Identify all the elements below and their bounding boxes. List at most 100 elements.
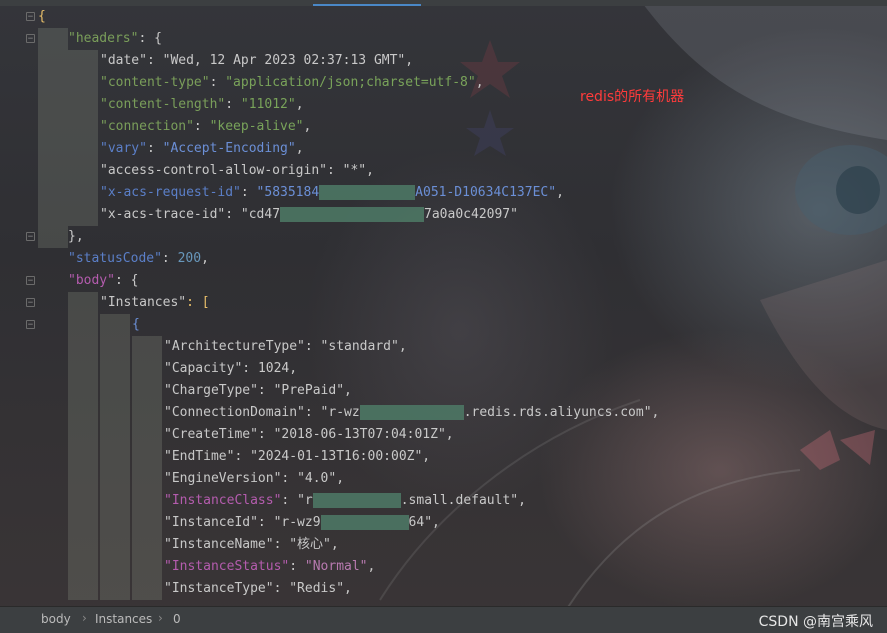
code-token: , [330, 537, 339, 552]
code-line[interactable]: "InstanceName": "核心", [164, 534, 339, 556]
code-line[interactable]: "access-control-allow-origin": "*", [100, 160, 374, 182]
code-token: "Instances" [100, 295, 187, 310]
code-token: , [518, 493, 526, 508]
csdn-watermark: CSDN @南宫乘风 [758, 614, 873, 630]
code-token: "2018-06-13T07:04:01Z" [273, 427, 446, 442]
code-token: "Capacity" [164, 361, 243, 376]
code-token: : [193, 119, 210, 134]
breadcrumb-separator-icon: › [82, 611, 87, 625]
code-line[interactable]: "ArchitectureType": "standard", [164, 336, 407, 358]
code-token: , [445, 427, 454, 442]
code-token: "r-wz9 [273, 515, 321, 530]
code-line[interactable]: { [38, 6, 46, 28]
code-line[interactable]: "x-acs-trace-id": "cd47 7a0a0c42097" [100, 204, 518, 226]
code-token: "PrePaid" [273, 383, 345, 398]
code-line[interactable]: "ChargeType": "PrePaid", [164, 380, 352, 402]
breadcrumb-instances[interactable]: Instances [95, 612, 152, 626]
code-token: "statusCode" [68, 251, 162, 266]
code-token: }, [68, 229, 84, 244]
indent-guide [38, 28, 68, 248]
fold-toggle-icon[interactable]: − [26, 320, 35, 330]
code-token: .redis.rds.aliyuncs.com" [463, 405, 652, 420]
code-line[interactable]: "Capacity": 1024, [164, 358, 297, 380]
code-token: "date" [100, 53, 147, 68]
code-token: : [304, 339, 321, 354]
code-token: , [344, 383, 352, 398]
code-line[interactable]: "InstanceStatus": "Normal", [164, 556, 375, 578]
code-token: 7a0a0c42097" [424, 207, 518, 222]
code-token: : [ [186, 295, 210, 310]
code-token: : [289, 559, 305, 574]
code-token: "connection" [100, 119, 194, 134]
code-token: "CreateTime" [164, 427, 258, 442]
code-line[interactable]: "InstanceId": "r-wz9 64", [164, 512, 440, 534]
fold-toggle-icon[interactable]: − [26, 12, 35, 22]
code-line[interactable]: }, [68, 226, 84, 248]
indent-guide [68, 292, 98, 600]
code-token: , [344, 581, 352, 596]
redacted-mask [319, 185, 416, 200]
code-line[interactable]: "InstanceClass": "r .small.default", [164, 490, 526, 512]
code-line[interactable]: "x-acs-request-id": "5835184 A051-D10634C… [100, 182, 564, 204]
code-token: , [303, 119, 312, 134]
code-line[interactable]: "InstanceType": "Redis", [164, 578, 352, 600]
fold-toggle-icon[interactable]: − [26, 232, 35, 242]
fold-toggle-icon[interactable]: − [26, 34, 35, 44]
code-token: : [281, 493, 298, 508]
code-token: "x-acs-request-id" [100, 185, 241, 200]
code-token: : { [138, 31, 162, 46]
active-tab-indicator[interactable] [313, 4, 421, 6]
code-token: "4.0" [297, 471, 337, 486]
code-token: "ConnectionDomain" [164, 405, 305, 420]
code-line[interactable]: "EngineVersion": "4.0", [164, 468, 344, 490]
code-token: 200 [177, 251, 202, 266]
code-token: "x-acs-trace-id" [100, 207, 226, 222]
fold-toggle-icon[interactable]: − [26, 276, 35, 286]
code-token: : [273, 537, 290, 552]
code-token: , [432, 515, 440, 530]
breadcrumb-separator-icon: › [158, 611, 163, 625]
code-token: { [132, 317, 140, 332]
code-token: : [257, 383, 274, 398]
code-line[interactable]: "CreateTime": "2018-06-13T07:04:01Z", [164, 424, 454, 446]
code-line[interactable]: "headers": { [68, 28, 162, 50]
code-token: , [366, 163, 374, 178]
code-token: : [257, 515, 274, 530]
code-line[interactable]: "date": "Wed, 12 Apr 2023 02:37:13 GMT", [100, 50, 413, 72]
code-token: : [225, 97, 241, 112]
code-token: : [240, 185, 257, 200]
code-line[interactable]: "body": { [68, 270, 138, 292]
fold-toggle-icon[interactable]: − [26, 298, 35, 308]
code-line[interactable]: "EndTime": "2024-01-13T16:00:00Z", [164, 446, 430, 468]
code-line[interactable]: "statusCode": 200, [68, 248, 209, 270]
editor-tab-bar [0, 0, 887, 6]
code-line[interactable]: "ConnectionDomain": "r-wz .redis.rds.aliy… [164, 402, 659, 424]
editor-gutter: − − − − − − [0, 6, 36, 606]
code-line[interactable]: "connection": "keep-alive", [100, 116, 311, 138]
code-line[interactable]: { [132, 314, 140, 336]
code-line[interactable]: "content-type": "application/json;charse… [100, 72, 484, 94]
code-token: , [398, 339, 407, 354]
code-token: : [273, 581, 290, 596]
code-token: "content-type" [100, 75, 210, 90]
code-line[interactable]: "content-length": "11012", [100, 94, 304, 116]
code-token: A051-D10634C137EC" [415, 185, 557, 200]
code-token: , [295, 141, 304, 156]
indent-guide [100, 314, 130, 600]
breadcrumb-body[interactable]: body [41, 612, 71, 626]
breadcrumb-index[interactable]: 0 [173, 612, 181, 626]
code-token: : [209, 75, 226, 90]
code-token: , [367, 559, 376, 574]
code-token: "2024-01-13T16:00:00Z" [250, 449, 423, 464]
code-token: .small.default" [400, 493, 519, 508]
indent-guide [68, 50, 98, 226]
code-line[interactable]: "Instances": [ [100, 292, 210, 314]
code-token: 1024 [257, 361, 290, 376]
redacted-mask [280, 207, 425, 222]
code-token: "cd47 [240, 207, 281, 222]
code-token: "EndTime" [164, 449, 235, 464]
code-token: : [146, 141, 163, 156]
code-line[interactable]: "vary": "Accept-Encoding", [100, 138, 304, 160]
redacted-mask [320, 515, 409, 530]
redis-annotation: redis的所有机器 [580, 89, 685, 105]
